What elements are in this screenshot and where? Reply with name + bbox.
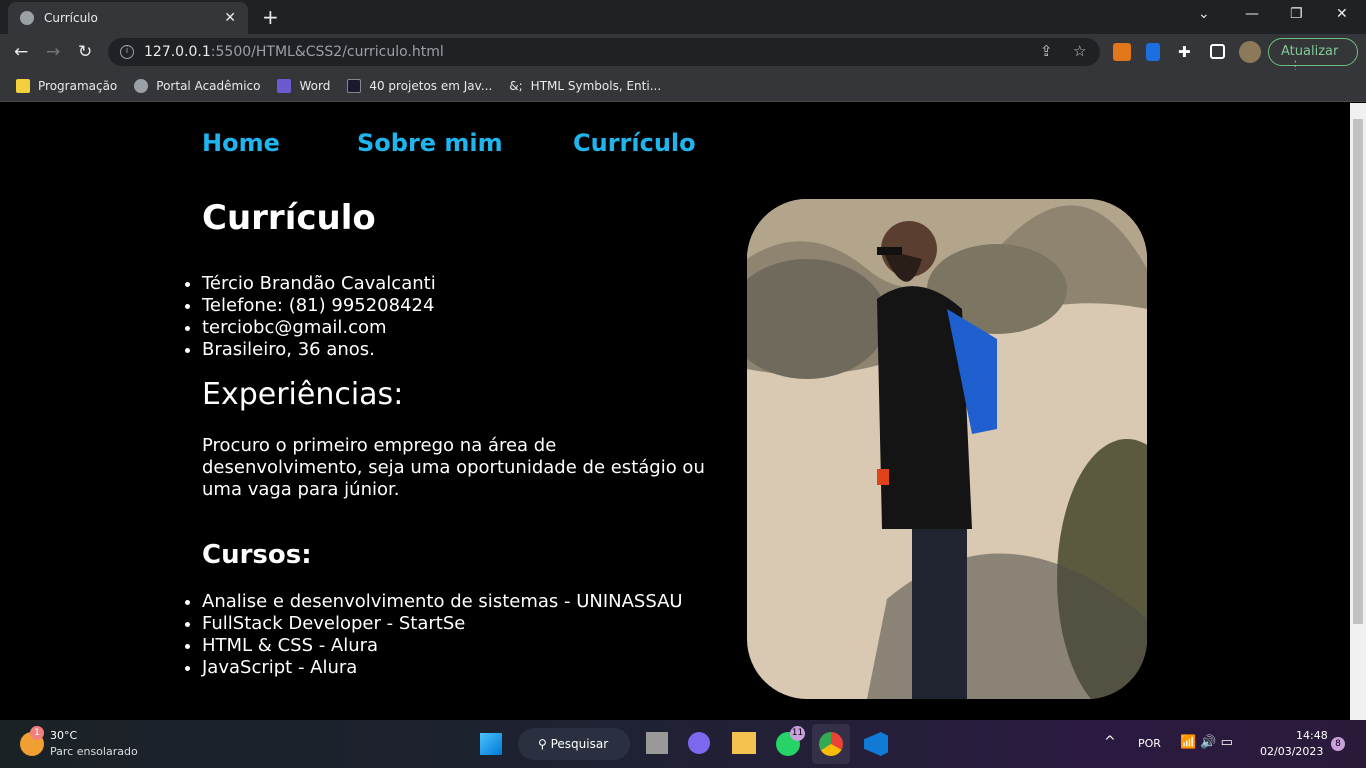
tab-strip: Currículo ✕ + ⌄ — ❐ ✕ xyxy=(0,0,1366,34)
bookmark-portal-academico[interactable]: Portal Acadêmico xyxy=(134,78,261,93)
experiences-heading: Experiências: xyxy=(202,377,404,412)
page-title: Currículo xyxy=(202,198,376,238)
url-path: :5500/HTML&CSS2/curriculo.html xyxy=(210,44,444,60)
course-item: Analise e desenvolvimento de sistemas - … xyxy=(202,591,683,613)
info-nationality-age: Brasileiro, 36 anos. xyxy=(202,339,436,361)
profile-photo xyxy=(747,199,1147,699)
update-label: Atualizar xyxy=(1281,44,1339,59)
course-item: FullStack Developer - StartSe xyxy=(202,613,683,635)
share-icon[interactable]: ⇪ xyxy=(1040,42,1053,60)
experiences-text: Procuro o primeiro emprego na área de de… xyxy=(202,435,705,500)
page-content: Home Sobre mim Currículo Currículo Térci… xyxy=(0,103,1350,720)
nav-curriculo[interactable]: Currículo xyxy=(573,129,696,157)
wifi-volume-battery-icons[interactable]: 📶 🔊 ▭ xyxy=(1180,735,1233,750)
start-button[interactable] xyxy=(480,733,502,755)
show-hidden-icons[interactable]: ^ xyxy=(1104,734,1116,750)
profile-avatar[interactable] xyxy=(1239,41,1261,63)
close-window-button[interactable]: ✕ xyxy=(1336,6,1348,22)
search-label: Pesquisar xyxy=(550,737,609,751)
tab-title: Currículo xyxy=(44,11,98,25)
clock-time[interactable]: 14:48 xyxy=(1296,729,1328,742)
bookmark-html-symbols[interactable]: &; HTML Symbols, Enti... xyxy=(509,79,661,93)
ampersand-icon: &; xyxy=(509,78,523,93)
maximize-button[interactable]: ❐ xyxy=(1290,6,1303,22)
vscode-icon[interactable] xyxy=(864,732,888,756)
chrome-icon xyxy=(819,732,843,756)
language-indicator[interactable]: POR xyxy=(1138,737,1161,750)
globe-icon xyxy=(20,11,34,25)
course-item: JavaScript - Alura xyxy=(202,657,683,679)
nav-sobre-mim[interactable]: Sobre mim xyxy=(357,129,503,157)
site-icon xyxy=(347,78,362,93)
bookmark-label: Portal Acadêmico xyxy=(156,78,261,93)
whatsapp-badge: 11 xyxy=(790,726,805,741)
scrollbar-thumb[interactable] xyxy=(1353,119,1363,624)
address-bar[interactable]: i 127.0.0.1 :5500/HTML&CSS2/curriculo.ht… xyxy=(108,38,1100,66)
extension-r-icon[interactable] xyxy=(1146,43,1160,61)
tab-search-icon[interactable]: ⌄ xyxy=(1198,6,1210,22)
tab-curriculo[interactable]: Currículo ✕ xyxy=(8,2,248,34)
bookmark-word[interactable]: Word xyxy=(277,78,331,93)
weather-badge: 1 xyxy=(30,726,44,740)
bookmark-label: Word xyxy=(299,78,331,93)
courses-heading: Cursos: xyxy=(202,540,312,570)
word-icon xyxy=(277,78,292,93)
star-icon[interactable]: ☆ xyxy=(1073,42,1086,60)
url-host: 127.0.0.1 xyxy=(144,44,211,60)
info-icon[interactable]: i xyxy=(120,45,134,59)
extensions-puzzle-icon[interactable]: ✚ xyxy=(1178,43,1196,61)
taskbar: 1 30°C Parc ensolarado ⚲ Pesquisar 11 ^ … xyxy=(0,720,1366,768)
nav-home[interactable]: Home xyxy=(202,129,280,157)
bookmark-label: HTML Symbols, Enti... xyxy=(530,78,662,93)
metamask-icon[interactable] xyxy=(1113,43,1131,61)
update-button[interactable]: Atualizar ⋮ xyxy=(1268,38,1358,74)
info-name: Tércio Brandão Cavalcanti xyxy=(202,273,436,295)
bookmark-label: 40 projetos em Jav... xyxy=(369,78,493,93)
bookmark-40-projetos[interactable]: 40 projetos em Jav... xyxy=(347,78,493,93)
file-explorer-icon[interactable] xyxy=(732,732,756,754)
courses-list: Analise e desenvolvimento de sistemas - … xyxy=(202,591,683,679)
bookmarks-bar: Programação Portal Acadêmico Word 40 pro… xyxy=(0,70,1366,102)
notification-badge[interactable]: 8 xyxy=(1331,737,1345,751)
globe-icon xyxy=(134,78,149,93)
side-panel-icon[interactable] xyxy=(1210,44,1225,59)
page-scrollbar[interactable] xyxy=(1350,103,1366,720)
info-phone: Telefone: (81) 995208424 xyxy=(202,295,436,317)
info-email: terciobc@gmail.com xyxy=(202,317,436,339)
new-tab-button[interactable]: + xyxy=(262,5,279,29)
reload-button[interactable]: ↻ xyxy=(78,42,92,62)
teams-chat-icon[interactable] xyxy=(688,732,710,754)
personal-info-list: Tércio Brandão Cavalcanti Telefone: (81)… xyxy=(202,273,436,361)
browser-toolbar: ← → ↻ i 127.0.0.1 :5500/HTML&CSS2/curric… xyxy=(0,34,1366,74)
forward-button[interactable]: → xyxy=(46,42,60,62)
bookmark-programacao[interactable]: Programação xyxy=(16,78,118,93)
search-button[interactable]: ⚲ Pesquisar xyxy=(518,728,630,760)
back-button[interactable]: ← xyxy=(14,42,28,62)
close-tab-icon[interactable]: ✕ xyxy=(224,10,236,26)
chrome-taskbar-button[interactable] xyxy=(812,724,850,764)
weather-desc[interactable]: Parc ensolarado xyxy=(50,745,138,758)
course-item: HTML & CSS - Alura xyxy=(202,635,683,657)
folder-icon xyxy=(16,78,30,93)
minimize-button[interactable]: — xyxy=(1245,6,1259,22)
task-view-icon[interactable] xyxy=(646,732,668,754)
clock-date[interactable]: 02/03/2023 xyxy=(1260,745,1323,758)
weather-temp[interactable]: 30°C xyxy=(50,729,77,742)
bookmark-label: Programação xyxy=(38,78,118,93)
search-icon: ⚲ xyxy=(538,737,551,751)
